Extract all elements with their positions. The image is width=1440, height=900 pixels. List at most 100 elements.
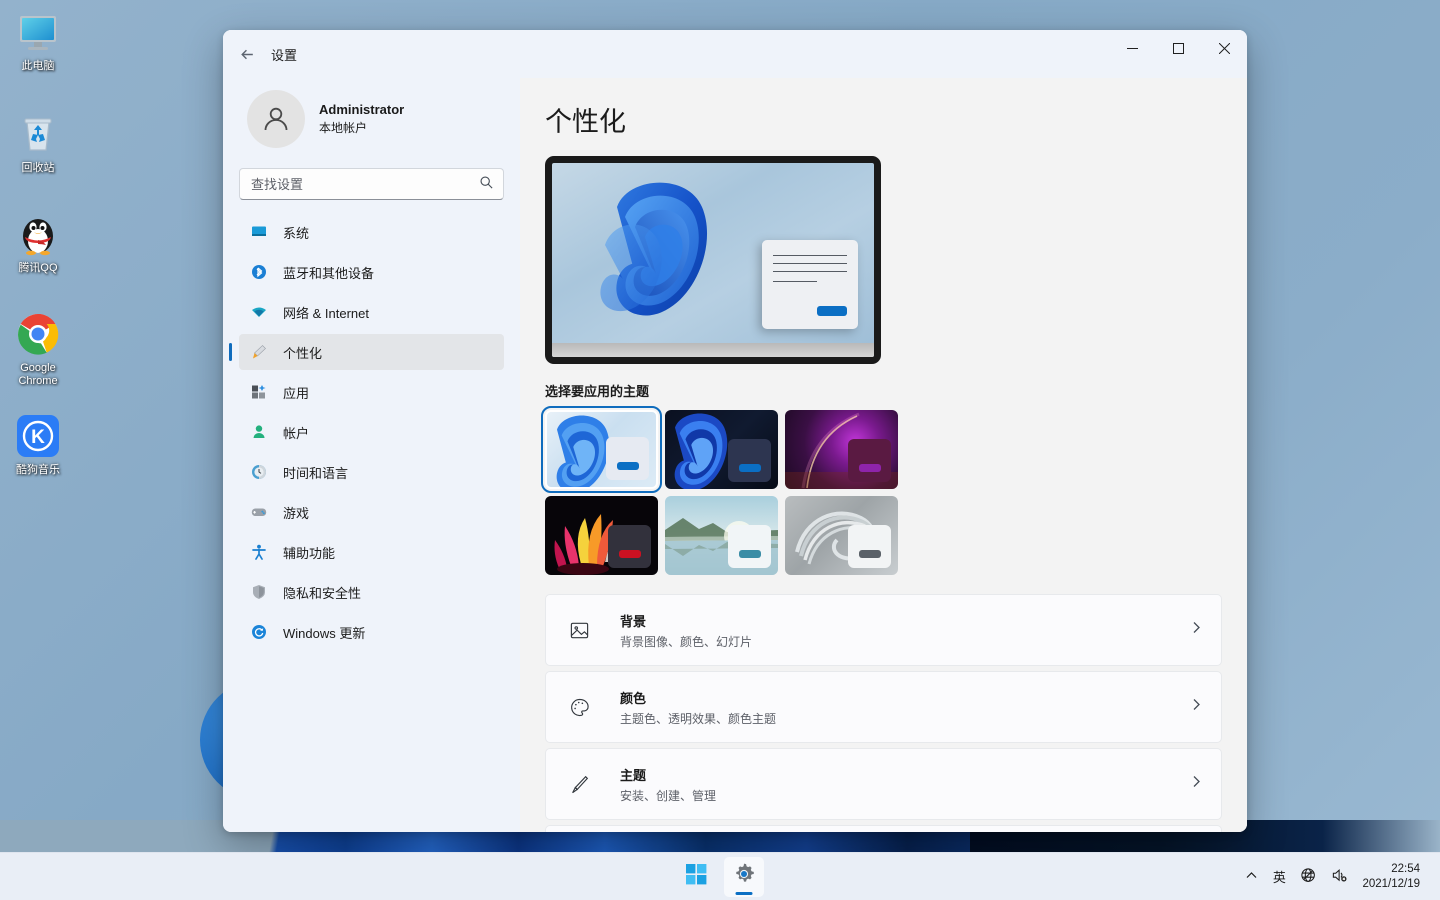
chevron-up-icon — [1245, 869, 1258, 885]
sidebar-nav: 系统 蓝牙和其他设备 网络 & Internet 个性化 应用 帐户 时间和语言… — [229, 214, 504, 650]
search-input[interactable] — [239, 168, 504, 200]
desktop-icon-kugou-music[interactable]: K 酷狗音乐 — [0, 412, 76, 477]
theme-mini-window — [848, 439, 891, 482]
card-subtitle: 背景图像、颜色、幻灯片 — [620, 634, 753, 649]
theme-mini-window — [848, 525, 891, 568]
sidebar-item-accounts[interactable]: 帐户 — [239, 414, 504, 450]
settings-card-partial[interactable] — [545, 825, 1222, 832]
sidebar-item-label: 辅助功能 — [283, 545, 336, 561]
theme-card-glow-purple[interactable] — [785, 410, 898, 489]
sidebar: Administrator 本地帐户 查找设置 系统 蓝牙和其他设备 网络 & … — [223, 78, 520, 832]
theme-grid — [541, 406, 898, 575]
sidebar-item-accessibility[interactable]: 辅助功能 — [239, 534, 504, 570]
sidebar-item-label: Windows 更新 — [283, 625, 366, 641]
paintbrush-icon — [251, 344, 267, 360]
desktop-icon-tencent-qq[interactable]: 腾讯QQ — [0, 210, 76, 275]
clock-globe-icon — [251, 464, 267, 480]
desktop-icon-label: 腾讯QQ — [18, 262, 58, 274]
accessibility-icon — [251, 544, 267, 560]
sidebar-item-label: 个性化 — [283, 345, 323, 361]
taskbar: 英 22:54 2021/12/19 — [0, 852, 1440, 900]
close-button[interactable] — [1201, 30, 1247, 66]
minimize-button[interactable] — [1109, 30, 1155, 66]
qq-penguin-icon — [14, 210, 62, 258]
volume-button[interactable] — [1325, 860, 1354, 894]
maximize-button[interactable] — [1155, 30, 1201, 66]
desktop-icon-recycle-bin[interactable]: 回收站 — [0, 110, 76, 175]
sidebar-item-label: 隐私和安全性 — [283, 585, 362, 601]
sidebar-item-network[interactable]: 网络 & Internet — [239, 294, 504, 330]
sidebar-item-label: 系统 — [283, 225, 310, 241]
speaker-muted-icon — [1331, 867, 1348, 887]
desktop-icon-label: Google Chrome — [18, 362, 58, 387]
gamepad-icon — [251, 504, 267, 520]
bluetooth-icon — [251, 264, 267, 280]
main-content: 个性化 选择要应用的主题 背景 背景图像、颜色、幻灯片 颜色 主题色、透明效果、… — [520, 78, 1247, 832]
sidebar-item-privacy-security[interactable]: 隐私和安全性 — [239, 574, 504, 610]
globe-no-network-icon — [1300, 867, 1317, 887]
sidebar-item-system[interactable]: 系统 — [239, 214, 504, 250]
desktop-icon-this-pc[interactable]: 此电脑 — [0, 8, 76, 73]
sidebar-item-label: 帐户 — [283, 425, 310, 441]
show-hidden-icons-button[interactable] — [1238, 860, 1264, 894]
sidebar-item-windows-update[interactable]: Windows 更新 — [239, 614, 504, 650]
system-monitor-icon — [251, 224, 267, 240]
taskbar-clock[interactable]: 22:54 2021/12/19 — [1356, 862, 1428, 892]
account-name: Administrator — [319, 102, 405, 117]
network-button[interactable] — [1294, 860, 1323, 894]
ime-indicator[interactable]: 英 — [1266, 860, 1292, 894]
sidebar-item-bluetooth[interactable]: 蓝牙和其他设备 — [239, 254, 504, 290]
settings-card-list: 背景 背景图像、颜色、幻灯片 颜色 主题色、透明效果、颜色主题 主题 安装、创建… — [545, 594, 1222, 832]
sidebar-item-label: 游戏 — [283, 505, 310, 521]
taskbar-settings-button[interactable] — [724, 856, 764, 897]
sidebar-item-time-language[interactable]: 时间和语言 — [239, 454, 504, 490]
update-refresh-icon — [251, 624, 267, 640]
clock-date: 2021/12/19 — [1362, 877, 1420, 890]
card-title: 主题 — [620, 767, 647, 783]
chevron-right-icon — [1190, 698, 1203, 716]
search-box[interactable] — [239, 168, 504, 200]
chevron-right-icon — [1190, 775, 1203, 793]
settings-card-background[interactable]: 背景 背景图像、颜色、幻灯片 — [545, 594, 1222, 666]
theme-card-flower-dark[interactable] — [545, 496, 658, 575]
sidebar-item-label: 应用 — [283, 385, 310, 401]
monitor-icon — [14, 8, 62, 56]
recycle-bin-icon — [14, 110, 62, 158]
windows-logo-icon — [685, 863, 707, 890]
desktop-icon-google-chrome[interactable]: Google Chrome — [0, 310, 76, 388]
sidebar-item-personalization[interactable]: 个性化 — [229, 334, 504, 370]
person-avatar-icon — [247, 90, 305, 148]
account-row[interactable]: Administrator 本地帐户 — [239, 78, 504, 162]
chevron-right-icon — [1190, 621, 1203, 639]
theme-mini-window — [728, 439, 771, 482]
kugou-k-icon: K — [14, 412, 62, 460]
chrome-icon — [14, 310, 62, 358]
desktop-preview-monitor — [545, 156, 881, 364]
settings-card-themes[interactable]: 主题 安装、创建、管理 — [545, 748, 1222, 820]
start-button[interactable] — [676, 857, 716, 897]
theme-card-flow-grey[interactable] — [785, 496, 898, 575]
account-subtitle: 本地帐户 — [319, 121, 368, 135]
clock-time: 22:54 — [1391, 862, 1420, 875]
desktop-icon-label: 酷狗音乐 — [16, 464, 60, 476]
sidebar-item-gaming[interactable]: 游戏 — [239, 494, 504, 530]
theme-mini-window — [608, 525, 651, 568]
settings-card-colors[interactable]: 颜色 主题色、透明效果、颜色主题 — [545, 671, 1222, 743]
back-button[interactable] — [231, 38, 263, 70]
theme-card-bloom-light[interactable] — [541, 406, 662, 493]
sidebar-item-apps[interactable]: 应用 — [239, 374, 504, 410]
theme-card-captured-lake[interactable] — [665, 496, 778, 575]
taskbar-center-group — [676, 856, 764, 897]
preview-mini-window — [762, 240, 858, 329]
card-title: 背景 — [620, 613, 647, 629]
paintbrush-icon — [568, 773, 590, 795]
palette-icon — [568, 696, 590, 718]
card-title: 颜色 — [620, 690, 647, 706]
theme-card-bloom-dark[interactable] — [665, 410, 778, 489]
svg-text:K: K — [31, 427, 45, 448]
account-person-icon — [251, 424, 267, 440]
sidebar-item-label: 时间和语言 — [283, 465, 349, 481]
window-controls — [1109, 30, 1247, 66]
shield-icon — [251, 584, 267, 600]
desktop-icon-label: 回收站 — [21, 162, 55, 174]
